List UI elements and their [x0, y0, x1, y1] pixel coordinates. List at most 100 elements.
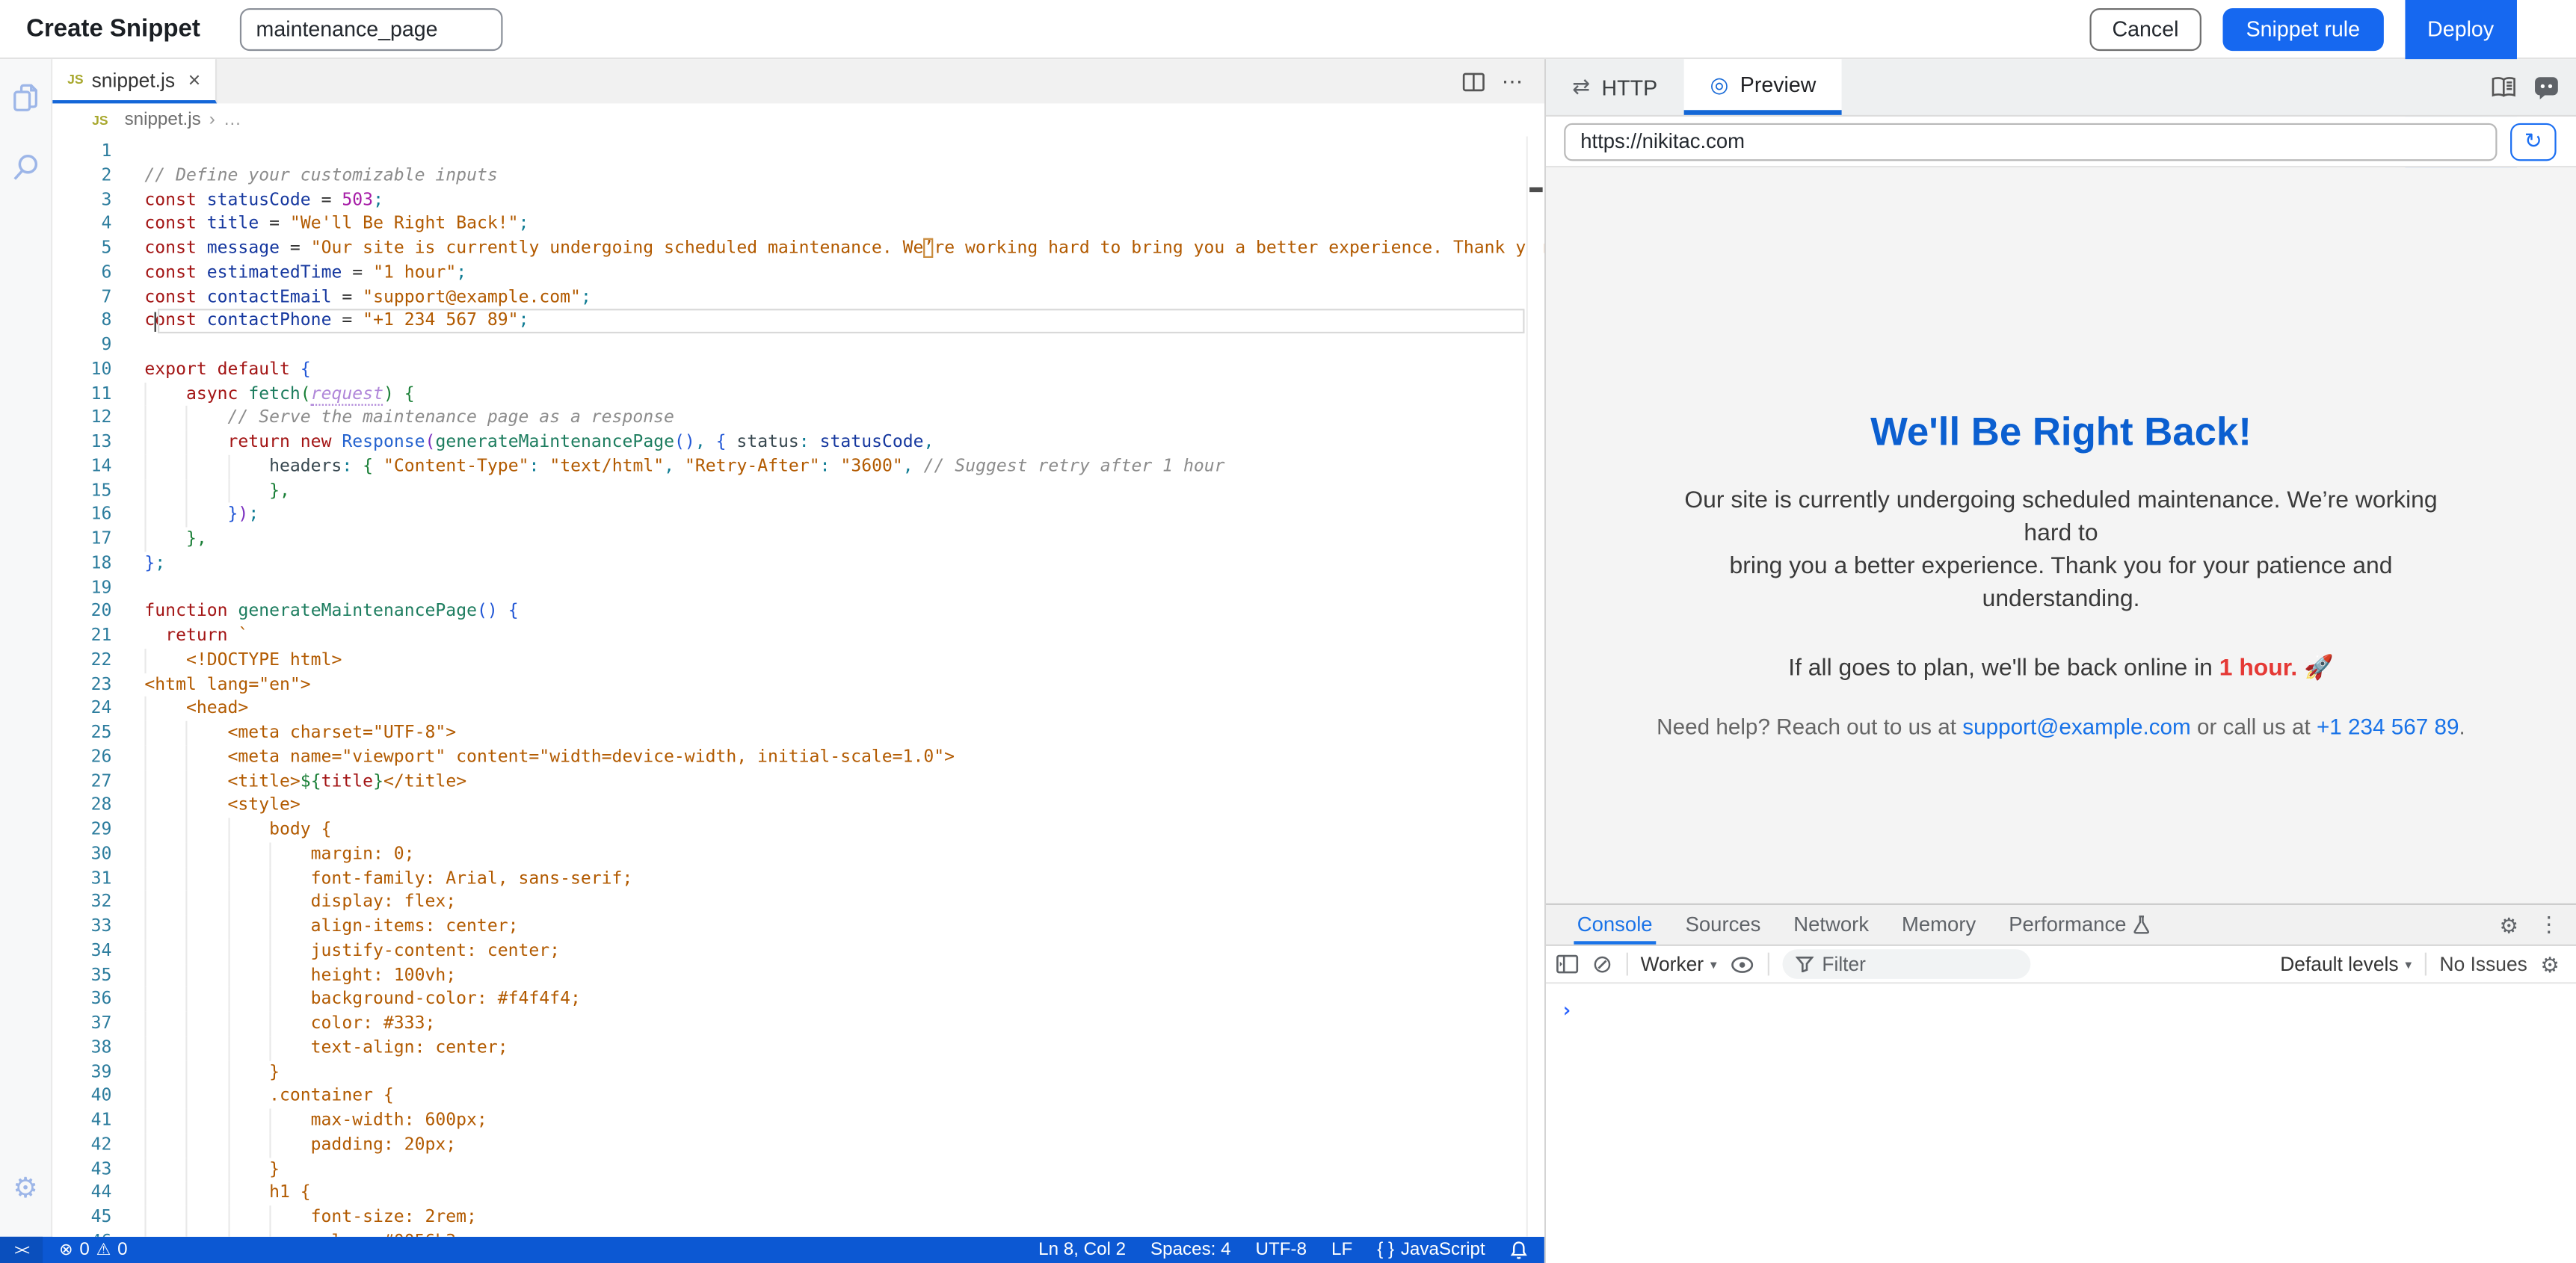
code-line[interactable]: 39}: [52, 1060, 1544, 1084]
code-token: </title>: [383, 771, 466, 791]
encoding[interactable]: UTF-8: [1256, 1240, 1307, 1259]
url-input[interactable]: [1564, 123, 2497, 161]
code-line[interactable]: 10export default {: [52, 358, 1544, 382]
code-line[interactable]: 18};: [52, 552, 1544, 575]
code-line[interactable]: 22<!DOCTYPE html>: [52, 649, 1544, 673]
code-line[interactable]: 6const estimatedTime = "1 hour";: [52, 261, 1544, 285]
cursor-position[interactable]: Ln 8, Col 2: [1038, 1240, 1126, 1259]
tab-http[interactable]: ⇄ HTTP: [1546, 59, 1683, 115]
code-line[interactable]: 21 return `: [52, 624, 1544, 648]
code-line[interactable]: 35height: 100vh;: [52, 963, 1544, 987]
eol-sequence[interactable]: LF: [1331, 1240, 1352, 1259]
devtools-tab-memory[interactable]: Memory: [1885, 905, 1992, 945]
code-line[interactable]: 4const title = "We'll Be Right Back!";: [52, 212, 1544, 236]
problems-indicator[interactable]: ⊗ 0 ⚠ 0: [59, 1240, 127, 1259]
code-line[interactable]: 11async fetch(request) {: [52, 382, 1544, 406]
code-line[interactable]: 9: [52, 333, 1544, 357]
discord-chat-icon[interactable]: [2533, 75, 2560, 99]
devtools-tab-sources[interactable]: Sources: [1669, 905, 1778, 945]
code-line[interactable]: 30margin: 0;: [52, 842, 1544, 866]
code-line[interactable]: 29body {: [52, 818, 1544, 842]
code-line[interactable]: 37color: #333;: [52, 1012, 1544, 1036]
phone-link[interactable]: +1 234 567 89: [2317, 714, 2459, 739]
language-mode[interactable]: { } JavaScript: [1377, 1240, 1485, 1259]
breadcrumb[interactable]: JS snippet.js › …: [52, 103, 1544, 136]
indent-guide: [186, 1182, 228, 1205]
code-line[interactable]: 7const contactEmail = "support@example.c…: [52, 285, 1544, 309]
code-line[interactable]: 5const message = "Our site is currently …: [52, 236, 1544, 260]
breadcrumb-file[interactable]: snippet.js: [125, 110, 201, 129]
snippet-rule-button[interactable]: Snippet rule: [2223, 7, 2383, 50]
editor-scrollbar[interactable]: [1526, 136, 1544, 1236]
code-line[interactable]: 3const statusCode = 503;: [52, 188, 1544, 212]
code-line[interactable]: 31font-family: Arial, sans-serif;: [52, 866, 1544, 890]
tab-snippet-js[interactable]: JS snippet.js ×: [52, 59, 217, 103]
more-actions-icon[interactable]: ⋯: [1502, 68, 1525, 94]
context-selector[interactable]: Worker ▾: [1641, 953, 1717, 976]
devtools-settings-gear-icon[interactable]: ⚙: [2499, 914, 2518, 936]
code-line[interactable]: 8const contactPhone = "+1 234 567 89";: [52, 309, 1544, 333]
code-line[interactable]: 12// Serve the maintenance page as a res…: [52, 406, 1544, 430]
search-icon-svg: [7, 149, 43, 185]
console-sidebar-toggle-icon[interactable]: [1556, 954, 1579, 974]
code-line[interactable]: 45font-size: 2rem;: [52, 1205, 1544, 1229]
code-line[interactable]: 25<meta charset="UTF-8">: [52, 721, 1544, 745]
search-icon[interactable]: [6, 148, 46, 188]
indent-guide: [186, 1084, 228, 1108]
email-link[interactable]: support@example.com: [1962, 714, 2191, 739]
split-editor-icon[interactable]: [1462, 72, 1485, 91]
devtools-tab-performance[interactable]: Performance: [1992, 905, 2167, 945]
code-line[interactable]: 44h1 {: [52, 1182, 1544, 1205]
breadcrumb-more[interactable]: …: [224, 110, 241, 129]
settings-gear-icon[interactable]: ⚙: [6, 1168, 46, 1208]
code-token: "1 hour": [373, 262, 456, 282]
code-line[interactable]: 36background-color: #f4f4f4;: [52, 987, 1544, 1011]
code-line[interactable]: 19: [52, 575, 1544, 599]
code-line[interactable]: 23<html lang="en">: [52, 673, 1544, 697]
no-issues-counter[interactable]: No Issues: [2440, 953, 2527, 976]
live-expression-eye-icon[interactable]: [1730, 955, 1754, 973]
devtools-tab-network[interactable]: Network: [1777, 905, 1885, 945]
code-line[interactable]: 2// Define your customizable inputs: [52, 164, 1544, 188]
code-line[interactable]: 24<head>: [52, 697, 1544, 720]
code-line[interactable]: 38text-align: center;: [52, 1036, 1544, 1060]
code-line[interactable]: 43}: [52, 1157, 1544, 1181]
docs-book-icon[interactable]: [2491, 75, 2517, 99]
code-line[interactable]: 17},: [52, 527, 1544, 551]
code-line[interactable]: 34justify-content: center;: [52, 939, 1544, 963]
code-line[interactable]: 15},: [52, 479, 1544, 503]
files-icon[interactable]: [6, 78, 46, 118]
cancel-button[interactable]: Cancel: [2089, 7, 2201, 50]
code-line[interactable]: 33align-items: center;: [52, 915, 1544, 939]
code-line[interactable]: 41max-width: 600px;: [52, 1108, 1544, 1132]
code-line[interactable]: 28<style>: [52, 794, 1544, 818]
indentation[interactable]: Spaces: 4: [1150, 1240, 1231, 1259]
indent-guide: [144, 1012, 186, 1036]
devtools-tab-console[interactable]: Console: [1561, 905, 1669, 945]
code-line[interactable]: 14headers: { "Content-Type": "text/html"…: [52, 454, 1544, 478]
tabstrip-actions: ⋯: [1462, 59, 1544, 103]
code-line[interactable]: 27<title>${title}</title>: [52, 770, 1544, 794]
code-line[interactable]: 26<meta name="viewport" content="width=d…: [52, 745, 1544, 769]
console-filter-input[interactable]: Filter: [1783, 949, 2032, 979]
code-line[interactable]: 13return new Response(generateMaintenanc…: [52, 430, 1544, 454]
code-line[interactable]: 46color: #0056b3;: [52, 1230, 1544, 1237]
devtools-kebab-menu-icon[interactable]: ⋮: [2538, 912, 2560, 938]
code-editor[interactable]: 12// Define your customizable inputs3con…: [52, 136, 1544, 1236]
code-line[interactable]: 16});: [52, 503, 1544, 527]
code-line[interactable]: 1: [52, 140, 1544, 164]
code-line[interactable]: 40.container {: [52, 1084, 1544, 1108]
notifications-bell-icon[interactable]: [1510, 1240, 1528, 1259]
console-output[interactable]: ›: [1546, 983, 2576, 1263]
code-line[interactable]: 32display: flex;: [52, 891, 1544, 915]
snippet-name-input[interactable]: [240, 7, 503, 50]
console-settings-gear-icon[interactable]: ⚙: [2540, 954, 2560, 975]
tab-preview[interactable]: ◎ Preview: [1683, 59, 1842, 115]
close-tab-icon[interactable]: ×: [188, 69, 201, 90]
remote-indicator[interactable]: ><: [0, 1237, 43, 1263]
code-line[interactable]: 20function generateMaintenancePage() {: [52, 600, 1544, 624]
clear-console-icon[interactable]: ⊘: [1592, 949, 1613, 979]
log-levels-selector[interactable]: Default levels ▾: [2280, 953, 2412, 976]
code-line[interactable]: 42padding: 20px;: [52, 1133, 1544, 1157]
refresh-button[interactable]: ↻: [2510, 123, 2557, 161]
